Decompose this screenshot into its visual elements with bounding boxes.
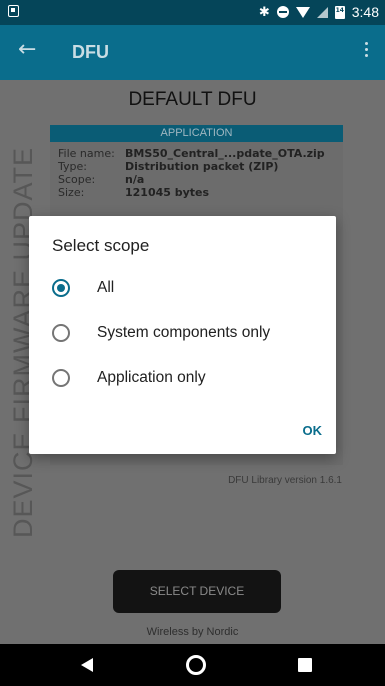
radio-button[interactable]: [52, 324, 70, 342]
navigation-bar: [0, 644, 385, 686]
back-arrow-icon[interactable]: ←: [18, 37, 36, 62]
option-all[interactable]: All: [52, 274, 322, 304]
battery-icon: [334, 5, 345, 19]
nav-recents-icon[interactable]: [298, 658, 312, 672]
option-application-only[interactable]: Application only: [52, 364, 322, 394]
info-key: Size:: [58, 186, 85, 199]
info-value: n/a: [125, 173, 145, 186]
status-bar: ✱ 3:48: [0, 0, 385, 25]
info-key: File name:: [58, 147, 115, 160]
do-not-disturb-icon: [276, 6, 289, 18]
info-row: Scope: n/a: [58, 173, 335, 186]
radio-button[interactable]: [52, 369, 70, 387]
select-scope-dialog: Select scope All System components only …: [29, 216, 336, 454]
select-device-button[interactable]: SELECT DEVICE: [113, 570, 281, 613]
info-key: Type:: [58, 160, 87, 173]
bluetooth-icon: ✱: [258, 4, 270, 20]
option-label: Application only: [97, 369, 206, 386]
footer-text: Wireless by Nordic: [146, 626, 239, 638]
info-value: 121045 bytes: [125, 186, 210, 199]
radio-button-checked[interactable]: [52, 279, 70, 297]
section-title: DEFAULT DFU: [128, 89, 257, 110]
signal-icon: [316, 6, 328, 18]
info-row: File name: BMS50_Central_...pdate_OTA.zi…: [58, 147, 335, 160]
clock: 3:48: [351, 4, 379, 20]
app-bar: ← DFU: [0, 25, 385, 80]
info-row: Size: 121045 bytes: [58, 186, 335, 199]
info-key: Scope:: [58, 173, 96, 186]
info-row: Type: Distribution packet (ZIP): [58, 160, 335, 173]
ok-button[interactable]: OK: [293, 417, 333, 444]
dialog-title: Select scope: [52, 236, 150, 255]
option-system-components-only[interactable]: System components only: [52, 319, 322, 349]
file-info: File name: BMS50_Central_...pdate_OTA.zi…: [50, 142, 343, 204]
option-label: All: [97, 279, 115, 296]
notification-icon: [8, 5, 19, 17]
app-title: DFU: [72, 42, 109, 62]
nav-back-icon[interactable]: [81, 658, 93, 672]
card-header: APPLICATION: [50, 125, 343, 142]
status-icons: ✱ 3:48: [259, 4, 379, 20]
option-label: System components only: [97, 324, 271, 341]
library-version: DFU Library version 1.6.1: [228, 475, 342, 486]
info-value: BMS50_Central_...pdate_OTA.zip: [125, 147, 325, 160]
info-value: Distribution packet (ZIP): [125, 160, 279, 173]
nav-home-icon[interactable]: [186, 655, 206, 675]
wifi-icon: [295, 6, 310, 18]
overflow-menu-icon[interactable]: [365, 42, 369, 60]
